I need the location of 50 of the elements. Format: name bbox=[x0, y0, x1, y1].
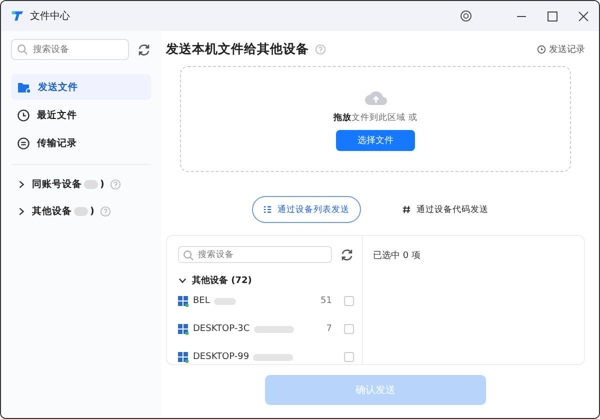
folder-icon bbox=[17, 80, 31, 94]
list-icon bbox=[262, 205, 272, 214]
selected-count: 已选中 0 项 bbox=[373, 251, 420, 261]
window-title: 文件中心 bbox=[30, 10, 70, 23]
sidebar-item[interactable]: 最近文件 bbox=[11, 102, 151, 128]
redacted-block bbox=[74, 207, 88, 216]
windows-pc-icon bbox=[178, 352, 189, 362]
drop-zone[interactable]: 拖放文件到此区域 或 选择文件 bbox=[180, 66, 571, 172]
drop-hint: 拖放文件到此区域 或 bbox=[334, 112, 418, 124]
device-address: 7 bbox=[326, 324, 332, 334]
target-icon[interactable] bbox=[460, 10, 472, 22]
maximize-icon[interactable] bbox=[547, 10, 558, 22]
device-group-label[interactable]: 其他设备 (72) bbox=[192, 274, 252, 287]
chevron-icon[interactable] bbox=[17, 180, 26, 189]
group-label[interactable]: 其他设备 bbox=[32, 205, 72, 218]
checkbox[interactable] bbox=[344, 296, 354, 306]
device-name[interactable]: BEL bbox=[193, 296, 210, 306]
device-search-field[interactable]: 搜索设备 bbox=[178, 246, 332, 263]
page-title: 发送本机文件给其他设备 bbox=[166, 41, 309, 58]
device-name[interactable]: DESKTOP-99 bbox=[193, 352, 250, 362]
windows-pc-icon bbox=[178, 296, 189, 306]
clock-icon bbox=[17, 108, 30, 122]
app-logo-icon bbox=[11, 10, 24, 22]
refresh-icon[interactable] bbox=[137, 42, 151, 56]
choose-file-button[interactable]: 选择文件 bbox=[336, 130, 415, 150]
history-icon bbox=[537, 45, 546, 54]
group-label[interactable]: 同账号设备 bbox=[32, 178, 82, 191]
tab[interactable]: 通过设备列表发送 bbox=[252, 196, 360, 223]
group-suffix: ) bbox=[90, 206, 94, 217]
chevron-icon[interactable] bbox=[178, 276, 187, 285]
send-history-link[interactable]: 发送记录 bbox=[537, 43, 585, 56]
hash-icon bbox=[402, 205, 410, 214]
redacted-block bbox=[253, 354, 294, 360]
close-icon[interactable] bbox=[578, 10, 589, 22]
redacted-block bbox=[254, 326, 294, 332]
tab[interactable]: 通过设备代码发送 bbox=[390, 196, 500, 223]
redacted-block bbox=[84, 180, 98, 189]
device-name[interactable]: DESKTOP-3C bbox=[193, 324, 250, 334]
list-circle-icon bbox=[17, 136, 30, 150]
group-suffix: ) bbox=[100, 179, 104, 190]
checkbox[interactable] bbox=[344, 352, 354, 362]
refresh-icon[interactable] bbox=[340, 248, 354, 262]
chevron-icon[interactable] bbox=[17, 207, 26, 216]
windows-pc-icon bbox=[178, 324, 189, 334]
checkbox[interactable] bbox=[344, 324, 354, 334]
device-address: 51 bbox=[320, 296, 332, 306]
redacted-block bbox=[214, 298, 236, 304]
sidebar-item[interactable]: 传输记录 bbox=[11, 130, 151, 156]
sidebar-item[interactable]: 发送文件 bbox=[11, 74, 151, 100]
search-field[interactable]: 搜索设备 bbox=[11, 39, 129, 60]
